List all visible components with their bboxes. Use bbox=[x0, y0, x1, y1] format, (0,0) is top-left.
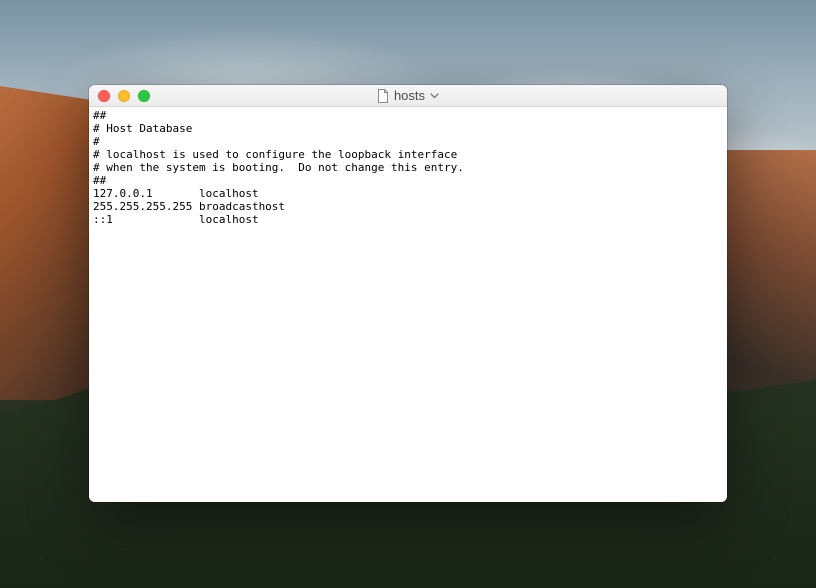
textedit-window: hosts ## # Host Database # # localhost i… bbox=[89, 85, 727, 502]
minimize-button[interactable] bbox=[118, 90, 130, 102]
document-icon bbox=[377, 89, 389, 103]
close-button[interactable] bbox=[98, 90, 110, 102]
text-editor-area[interactable]: ## # Host Database # # localhost is used… bbox=[89, 107, 727, 502]
maximize-button[interactable] bbox=[138, 90, 150, 102]
desktop-background: hosts ## # Host Database # # localhost i… bbox=[0, 0, 816, 588]
traffic-lights bbox=[89, 90, 150, 102]
window-title: hosts bbox=[394, 88, 425, 103]
window-titlebar[interactable]: hosts bbox=[89, 85, 727, 107]
window-title-group: hosts bbox=[89, 88, 727, 103]
editor-content[interactable]: ## # Host Database # # localhost is used… bbox=[93, 109, 723, 226]
chevron-down-icon[interactable] bbox=[430, 91, 439, 100]
